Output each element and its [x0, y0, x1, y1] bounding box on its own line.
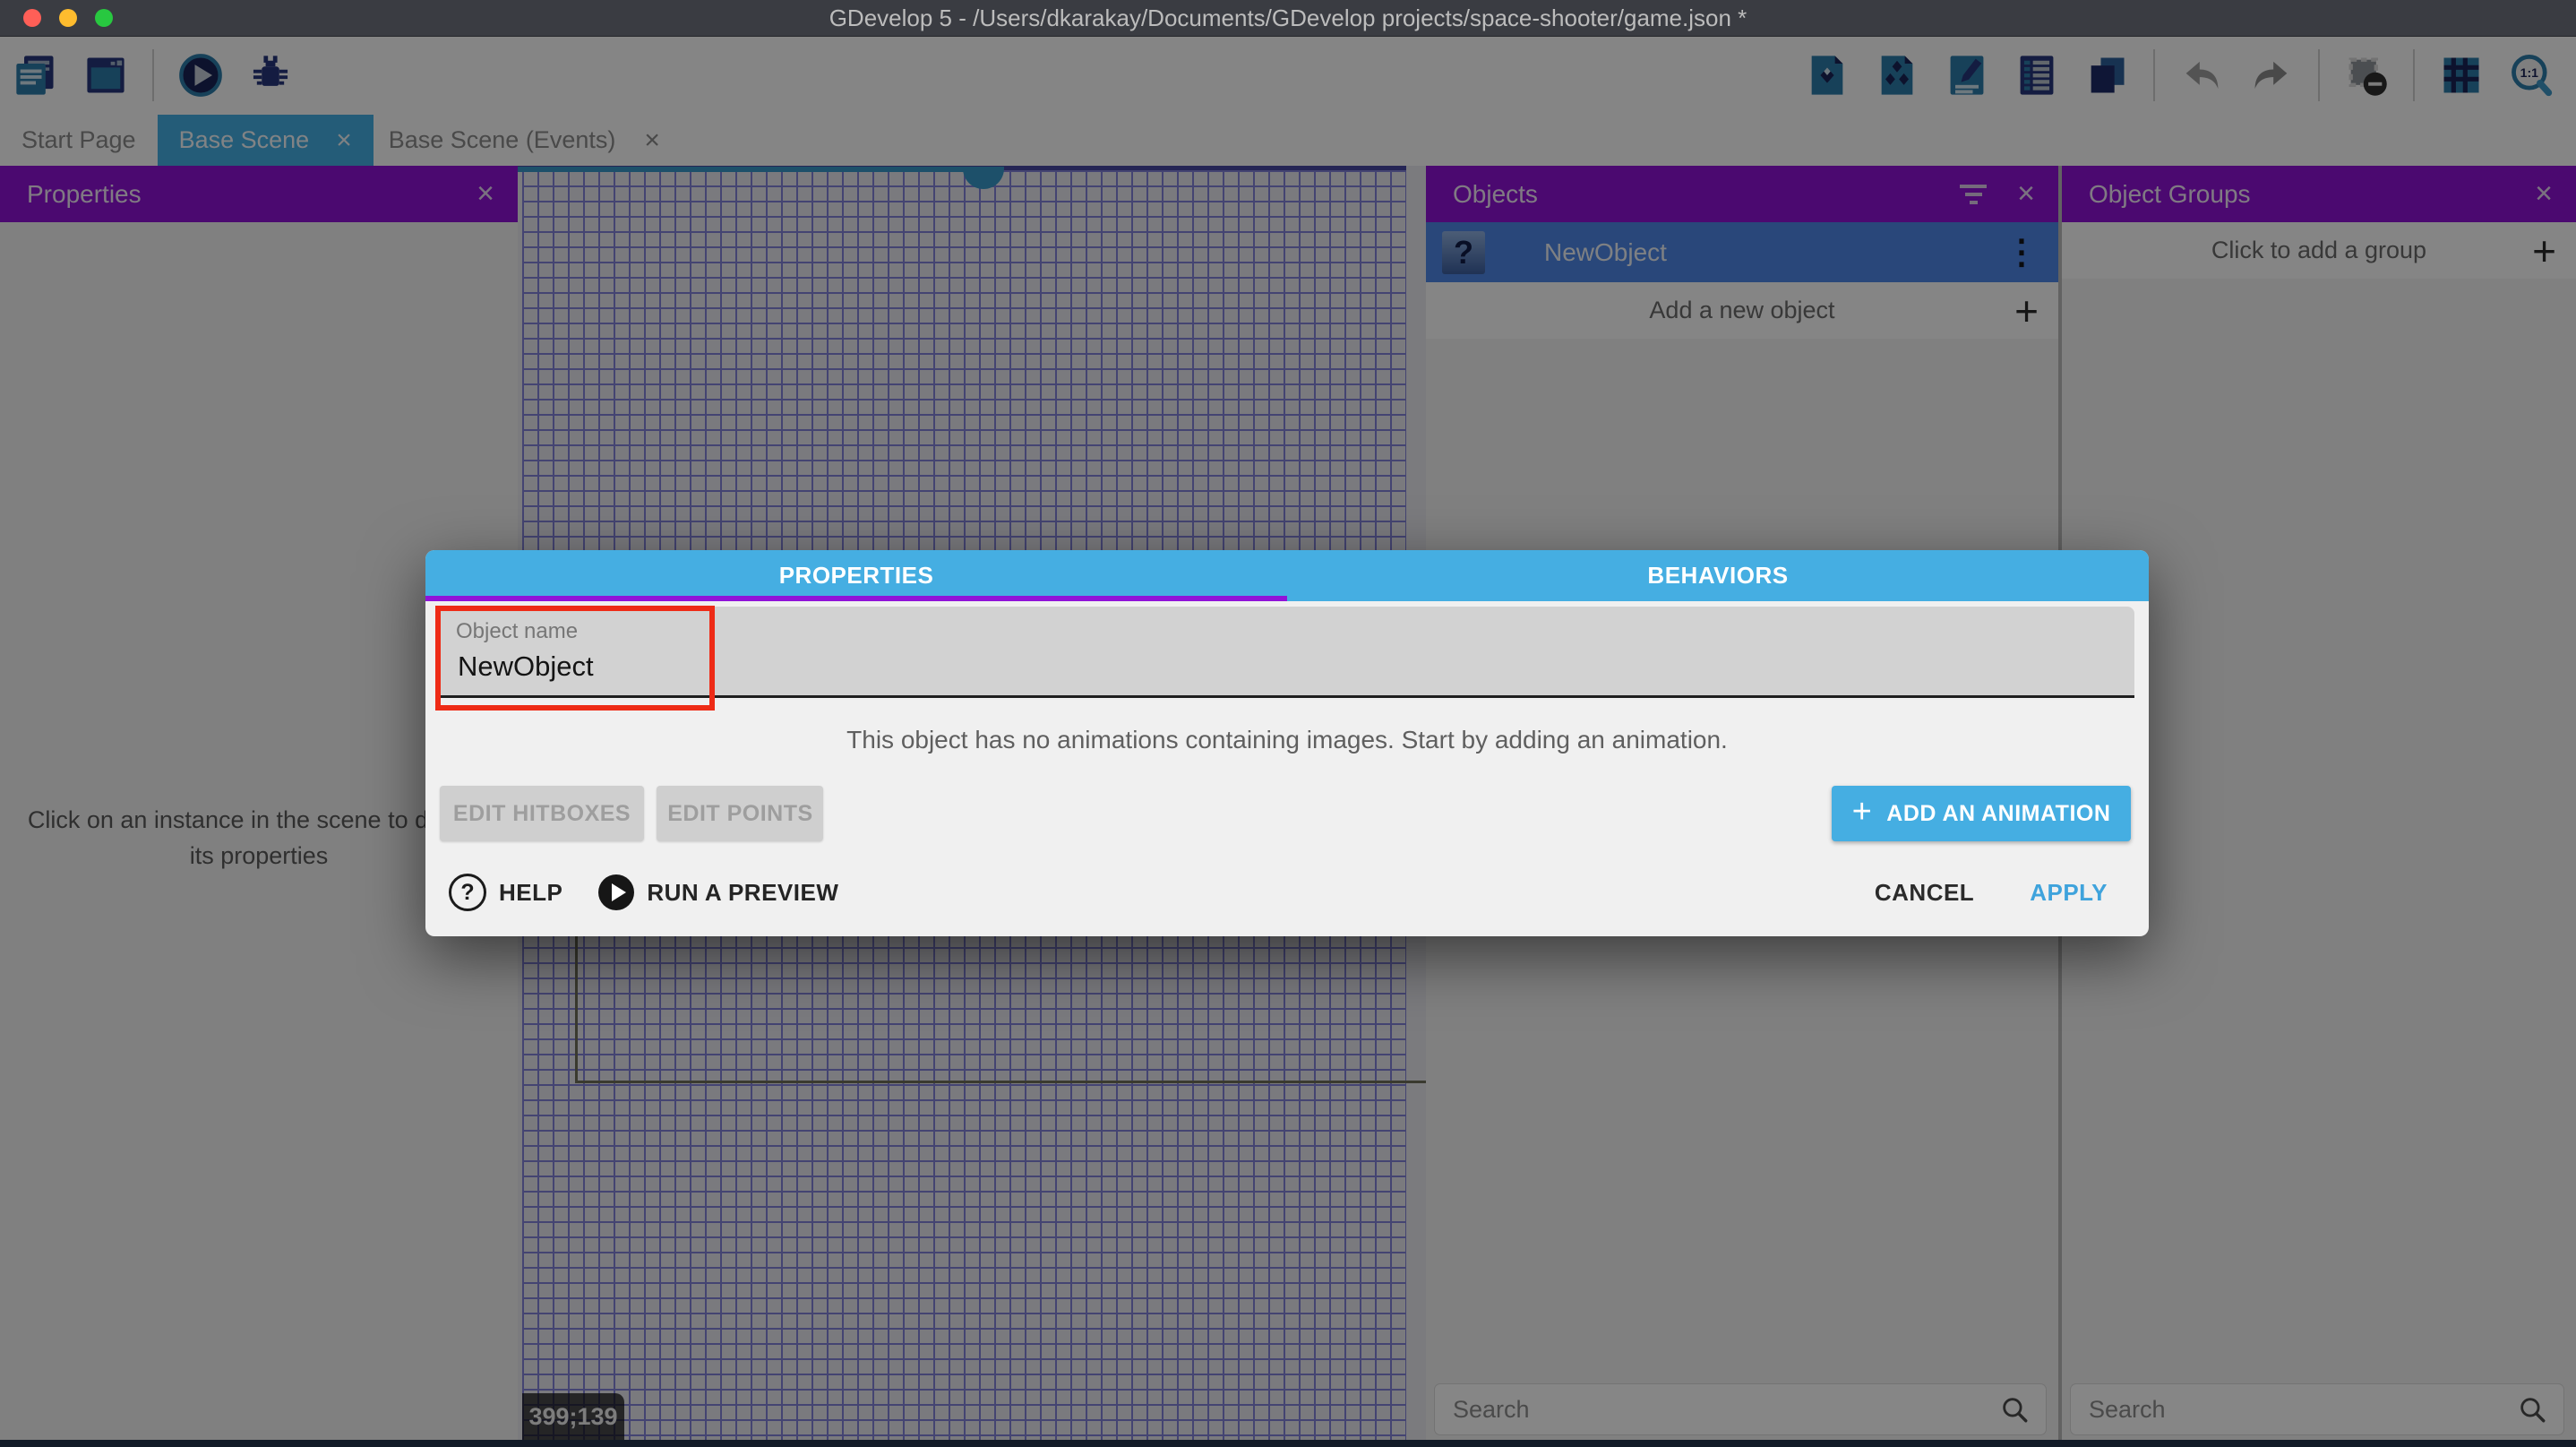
add-animation-label: ADD AN ANIMATION	[1886, 801, 2110, 827]
apply-button[interactable]: APPLY	[2030, 879, 2108, 907]
no-animations-message: This object has no animations containing…	[425, 726, 2149, 754]
annotation-highlight-rectangle	[435, 606, 715, 711]
window-title: GDevelop 5 - /Users/dkarakay/Documents/G…	[0, 0, 2576, 36]
add-animation-button[interactable]: + ADD AN ANIMATION	[1832, 786, 2131, 841]
run-preview-button[interactable]: RUN A PREVIEW	[598, 874, 838, 910]
tab-behaviors[interactable]: BEHAVIORS	[1287, 550, 2149, 601]
active-tab-underline	[425, 596, 1287, 601]
edit-hitboxes-button[interactable]: EDIT HITBOXES	[440, 786, 644, 841]
dialog-tabs: PROPERTIES BEHAVIORS	[425, 550, 2149, 601]
plus-icon: +	[1852, 793, 1873, 831]
titlebar: GDevelop 5 - /Users/dkarakay/Documents/G…	[0, 0, 2576, 37]
play-icon	[598, 874, 634, 910]
gdevelop-window: GDevelop 5 - /Users/dkarakay/Documents/G…	[0, 0, 2576, 1447]
help-icon: ?	[449, 874, 486, 911]
dialog-footer: ? HELP RUN A PREVIEW CANCEL APPLY	[449, 866, 2108, 919]
help-button[interactable]: ? HELP	[449, 874, 562, 911]
tab-properties[interactable]: PROPERTIES	[425, 550, 1287, 601]
cancel-button[interactable]: CANCEL	[1875, 879, 1974, 907]
edit-points-button[interactable]: EDIT POINTS	[657, 786, 823, 841]
dialog-actions: EDIT HITBOXES EDIT POINTS + ADD AN ANIMA…	[440, 786, 2131, 841]
